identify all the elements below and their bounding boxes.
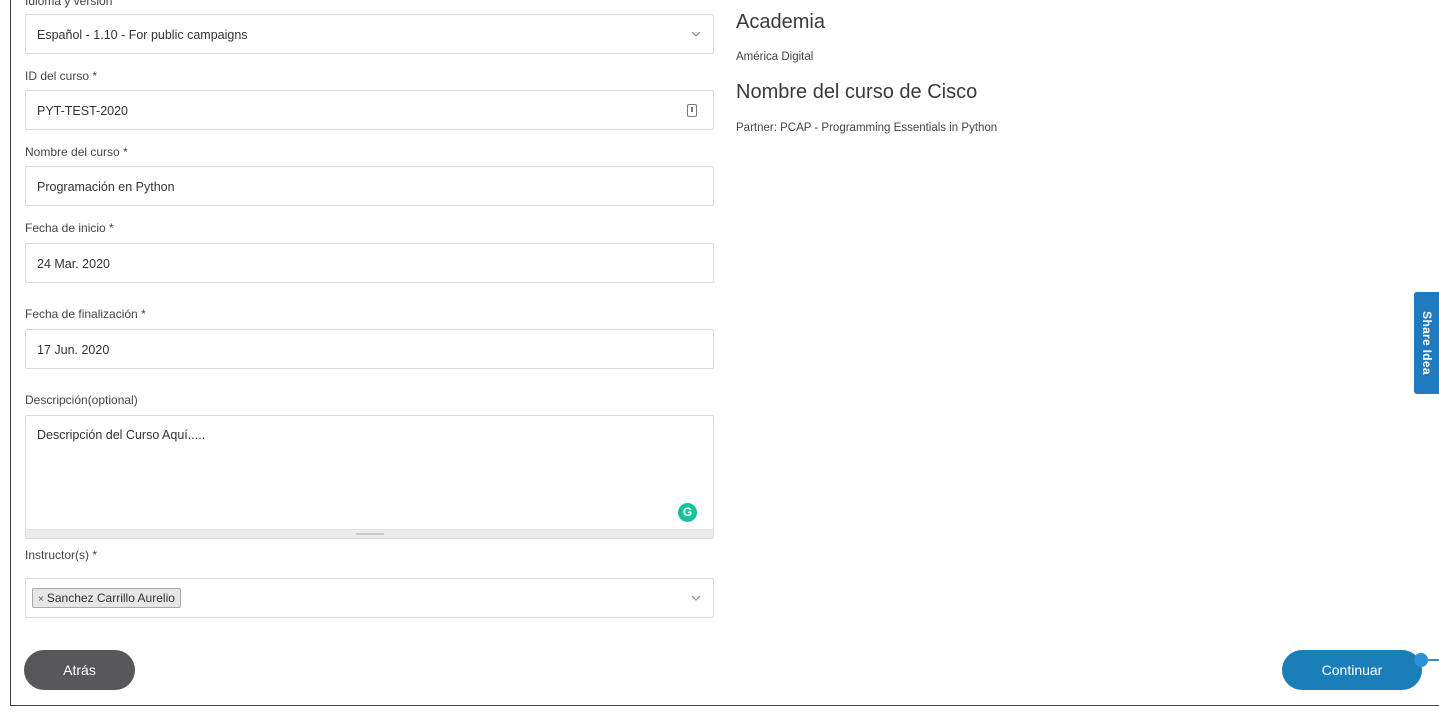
hotspot-line [1428,659,1439,661]
description-label: Descripción(optional) [25,393,138,407]
end-date-field[interactable]: 17 Jun. 2020 [25,329,714,369]
start-date-field[interactable]: 24 Mar. 2020 [25,243,714,283]
description-value: Descripción del Curso Aquí..... [37,428,206,442]
description-textarea[interactable]: Descripción del Curso Aquí..... G [25,415,714,539]
share-idea-label: Share Idea [1419,311,1434,375]
hotspot-dot [1414,653,1428,667]
instructor-tag: × Sanchez Carrillo Aurelio [32,588,181,608]
course-heading: Nombre del curso de Cisco [736,81,978,103]
start-date-value: 24 Mar. 2020 [37,257,110,271]
continue-button[interactable]: Continuar [1282,650,1422,690]
academy-heading: Academia [736,11,825,33]
end-date-label: Fecha de finalización * [25,307,146,321]
grammarly-icon[interactable]: G [678,503,697,522]
language-select[interactable]: Español - 1.10 - For public campaigns [25,14,714,54]
partner-text: Partner: PCAP - Programming Essentials i… [736,122,998,134]
course-name-label: Nombre del curso * [25,145,128,159]
chevron-down-icon [691,29,701,39]
resize-bar[interactable] [26,529,713,538]
academy-name: América Digital [736,51,814,63]
instructors-select[interactable]: × Sanchez Carrillo Aurelio [25,578,714,618]
instructor-tag-label: Sanchez Carrillo Aurelio [46,591,175,605]
course-id-label: ID del curso * [25,69,98,83]
language-value: Español - 1.10 - For public campaigns [37,28,248,42]
course-id-field[interactable]: PYT-TEST-2020 [25,90,714,130]
course-name-value: Programación en Python [37,180,175,194]
course-id-value: PYT-TEST-2020 [37,104,129,118]
instructors-label: Instructor(s) * [25,548,98,562]
start-date-label: Fecha de inicio * [25,221,114,235]
resize-handle[interactable] [356,533,384,535]
language-label: Idioma y versión [25,0,113,8]
end-date-value: 17 Jun. 2020 [37,343,110,357]
share-idea-tab[interactable]: Share Idea [1414,292,1439,394]
chevron-down-icon [691,593,701,603]
id-card-icon [687,104,697,117]
close-icon[interactable]: × [38,594,44,605]
back-button[interactable]: Atrás [24,650,135,690]
course-name-field[interactable]: Programación en Python [25,166,714,206]
